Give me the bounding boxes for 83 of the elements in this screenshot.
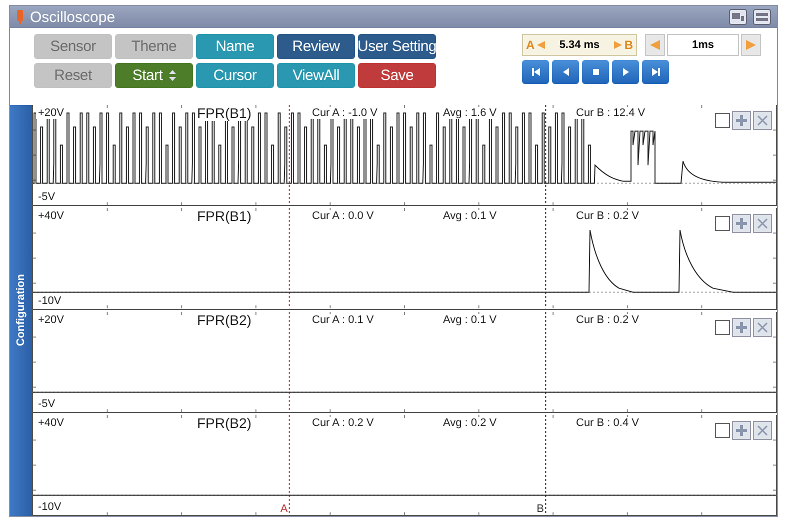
cursor-a-value: Cur A : 0.2 V [310,416,376,429]
time-step-field[interactable]: 1ms [667,34,739,56]
playback-button[interactable] [612,60,639,84]
zoom-in-button[interactable] [732,420,751,440]
side-tab-label: Configuration [15,274,27,347]
cursor-a-value: Cur A : 0.1 V [310,314,376,326]
cursor-b-value: Cur B : 0.2 V [574,210,641,222]
scale-top: +20V [36,107,66,119]
channel-name: FPR(B2) [195,414,254,431]
average-value: Avg : 0.1 V [441,210,499,222]
channel-name: FPR(B1) [195,208,254,224]
scale-bottom: -10V [36,501,64,513]
left-triangle-icon [650,40,660,50]
toolbar-button[interactable]: Cursor [196,63,274,88]
cursor-b-line[interactable] [545,208,546,308]
skip-end-icon [650,67,660,77]
left-triangle-icon [536,41,545,49]
close-button[interactable] [753,318,772,336]
cursor-b-value: Cur B : 12.4 V [574,107,648,119]
toolbar-button[interactable]: ViewAll [277,63,355,88]
right-triangle-icon [746,40,756,50]
window-title: Oscilloscope [30,8,116,26]
cursor-a-line[interactable] [288,414,290,515]
cursor-a-marker: A [280,503,288,515]
plus-icon [736,115,747,126]
stop-icon [590,67,600,77]
channel-name: FPR(B2) [195,312,254,328]
cursor-a-line[interactable] [288,105,290,206]
cursor-a-value: Cur A : -1.0 V [310,107,380,119]
cursor-b-line[interactable] [545,414,546,515]
skip-start-icon [530,67,540,77]
playback-button[interactable] [642,60,669,84]
close-button[interactable] [753,420,772,440]
toolbar-button[interactable]: Name [196,34,274,59]
playback-button[interactable] [582,60,609,84]
channel-checkbox[interactable] [715,113,730,128]
previous-icon [560,67,570,77]
cursor-b-line[interactable] [545,312,546,412]
channel-checkbox[interactable] [715,216,730,232]
close-icon [757,322,768,332]
close-button[interactable] [753,214,772,234]
plus-icon [736,322,747,332]
toolbar-button[interactable]: Start [115,63,193,88]
average-value: Avg : 0.2 V [441,416,499,429]
close-icon [757,218,768,230]
right-triangle-icon [614,41,622,49]
plus-icon [736,218,747,230]
cursor-b-marker: B [536,503,544,515]
toolbar-button[interactable]: User Setting [358,34,436,59]
zoom-in-button[interactable] [732,214,751,234]
cursor-b-value: Cur B : 0.4 V [574,416,641,429]
scale-top: +20V [36,314,66,326]
scale-top: +40V [36,210,66,222]
toolbar-button[interactable]: Save [358,63,436,88]
cursor-b-label: B [624,38,633,52]
scale-top: +40V [36,416,66,429]
scale-bottom: -10V [36,294,64,306]
average-value: Avg : 1.6 V [441,107,499,119]
channel-name: FPR(B1) [195,105,254,121]
cursor-delta: 5.34 ms [558,39,601,51]
toolbar-button[interactable]: Review [277,34,355,59]
scale-bottom: -5V [36,191,58,204]
cursor-a-line[interactable] [288,208,290,308]
close-icon [757,424,768,436]
zoom-in-button[interactable] [732,318,751,336]
probe-icon [16,10,24,24]
cursor-a-line[interactable] [288,312,290,412]
channel-checkbox[interactable] [715,320,730,334]
cursor-b-value: Cur B : 0.2 V [574,314,641,326]
scale-bottom: -5V [36,398,58,410]
menu-icon[interactable] [753,9,771,25]
cursor-b-line[interactable] [545,105,546,206]
side-tab[interactable]: Configuration [10,105,32,516]
play-icon [620,67,630,77]
average-value: Avg : 0.1 V [441,314,499,326]
playback-button[interactable] [522,60,549,84]
channel-checkbox[interactable] [715,422,730,438]
cursor-a-label: A [526,38,535,52]
cursor-a-value: Cur A : 0.0 V [310,210,376,222]
plus-icon [736,424,747,436]
close-icon [757,115,768,126]
window-layout-icon[interactable] [729,9,747,25]
playback-button[interactable] [552,60,579,84]
